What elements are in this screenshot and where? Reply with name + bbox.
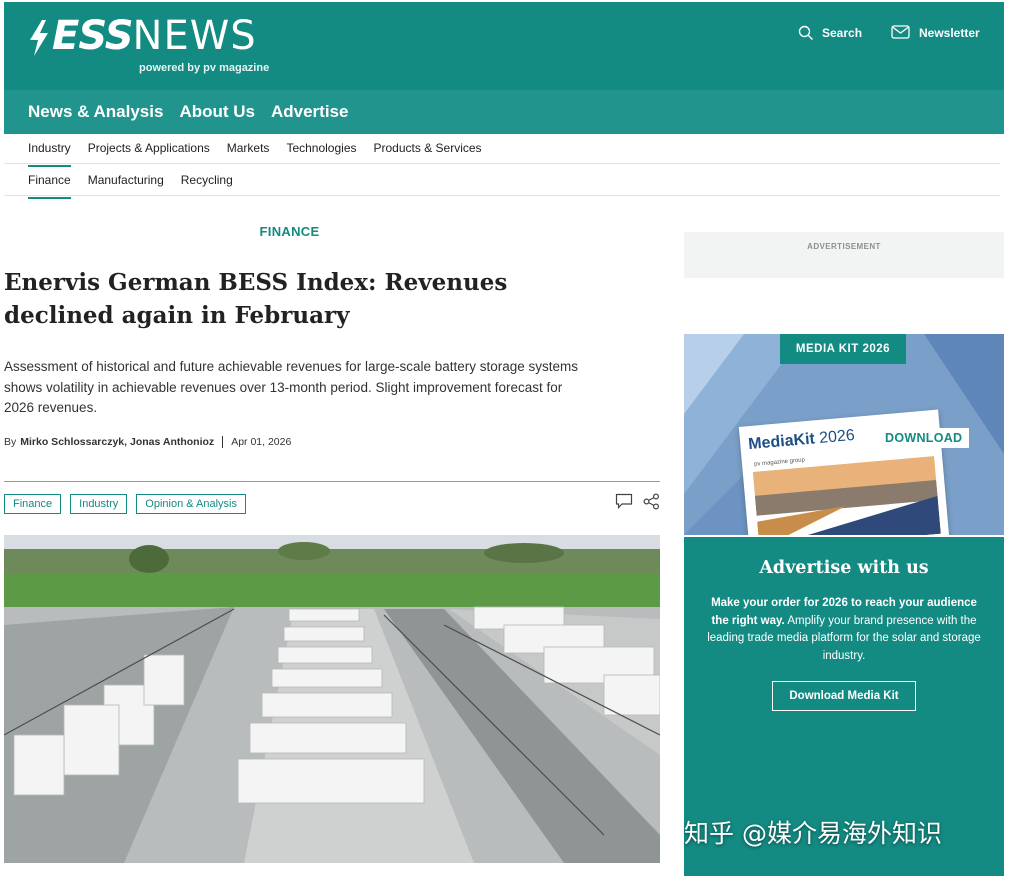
logo-tagline: powered by pv magazine	[139, 62, 270, 74]
site-header: ESS NEWS powered by pv magazine Search N…	[4, 2, 1004, 90]
watermark: 知乎 @媒介易海外知识	[684, 819, 942, 848]
nav-advertise[interactable]: Advertise	[271, 102, 348, 122]
article-byline: By Mirko Schlossarczyk, Jonas Anthonioz …	[4, 436, 291, 448]
tag-opinion-analysis[interactable]: Opinion & Analysis	[136, 494, 246, 514]
article-category[interactable]: FINANCE	[4, 224, 575, 239]
subnav-industry[interactable]: Industry	[28, 137, 71, 167]
share-icon[interactable]	[643, 493, 660, 510]
advertise-text: Make your order for 2026 to reach your a…	[704, 595, 984, 665]
byline-label: By	[4, 436, 17, 448]
article-lead: Assessment of historical and future achi…	[4, 359, 579, 415]
subnav-manufacturing[interactable]: Manufacturing	[88, 169, 164, 191]
subnav-technologies[interactable]: Technologies	[286, 137, 356, 159]
mediakit-download-label[interactable]: DOWNLOAD	[878, 428, 970, 448]
sub-nav-primary: Industry Projects & Applications Markets…	[4, 132, 1000, 167]
tag-industry[interactable]: Industry	[70, 494, 128, 514]
download-media-kit-button[interactable]: Download Media Kit	[772, 681, 916, 711]
article-tags: Finance Industry Opinion & Analysis	[4, 494, 255, 514]
nav-about-us[interactable]: About Us	[179, 102, 255, 122]
mediakit-cover-sub: pv magazine group	[753, 457, 806, 468]
subnav-finance[interactable]: Finance	[28, 169, 71, 199]
mediakit-cover-year: 2026	[818, 426, 856, 447]
nav-news-analysis[interactable]: News & Analysis	[28, 102, 163, 122]
article-divider	[4, 481, 660, 482]
comment-icon[interactable]	[615, 493, 633, 509]
newsletter-icon	[891, 25, 910, 39]
logo-news: NEWS	[132, 13, 257, 59]
article-date: Apr 01, 2026	[231, 436, 292, 448]
main-nav: News & Analysis About Us Advertise	[4, 90, 1004, 134]
subnav-markets[interactable]: Markets	[227, 137, 270, 159]
subnav-products-services[interactable]: Products & Services	[374, 137, 482, 159]
advertisement-label: ADVERTISEMENT	[807, 242, 881, 251]
search-label: Search	[822, 26, 863, 40]
article-title: Enervis German BESS Index: Revenues decl…	[4, 269, 508, 329]
logo-ess: ESS	[52, 13, 134, 59]
subnav-projects-applications[interactable]: Projects & Applications	[88, 137, 210, 159]
mediakit-badge: MEDIA KIT 2026	[780, 334, 906, 364]
byline-separator	[222, 436, 224, 448]
search-button[interactable]: Search	[798, 25, 862, 41]
mediakit-cover-photo	[752, 456, 941, 535]
article-authors[interactable]: Mirko Schlossarczyk, Jonas Anthonioz	[20, 436, 214, 448]
mediakit-cover-title: MediaKit 2026	[748, 427, 856, 454]
advertise-title: Advertise with us	[759, 558, 929, 578]
article-hero-image	[4, 535, 660, 863]
mediakit-cover-title-text: MediaKit	[747, 430, 816, 454]
sub-nav-secondary: Finance Manufacturing Recycling	[4, 164, 1000, 199]
tag-finance[interactable]: Finance	[4, 494, 62, 514]
advertisement-slot: ADVERTISEMENT	[684, 232, 1004, 278]
search-icon	[798, 25, 813, 40]
bolt-icon	[30, 20, 48, 56]
site-logo[interactable]: ESS NEWS powered by pv magazine	[28, 13, 269, 74]
mediakit-banner[interactable]: MEDIA KIT 2026 MediaKit 2026 pv magazine…	[684, 334, 1004, 535]
newsletter-button[interactable]: Newsletter	[891, 25, 980, 40]
subnav-recycling[interactable]: Recycling	[181, 169, 233, 191]
newsletter-label: Newsletter	[919, 25, 980, 40]
